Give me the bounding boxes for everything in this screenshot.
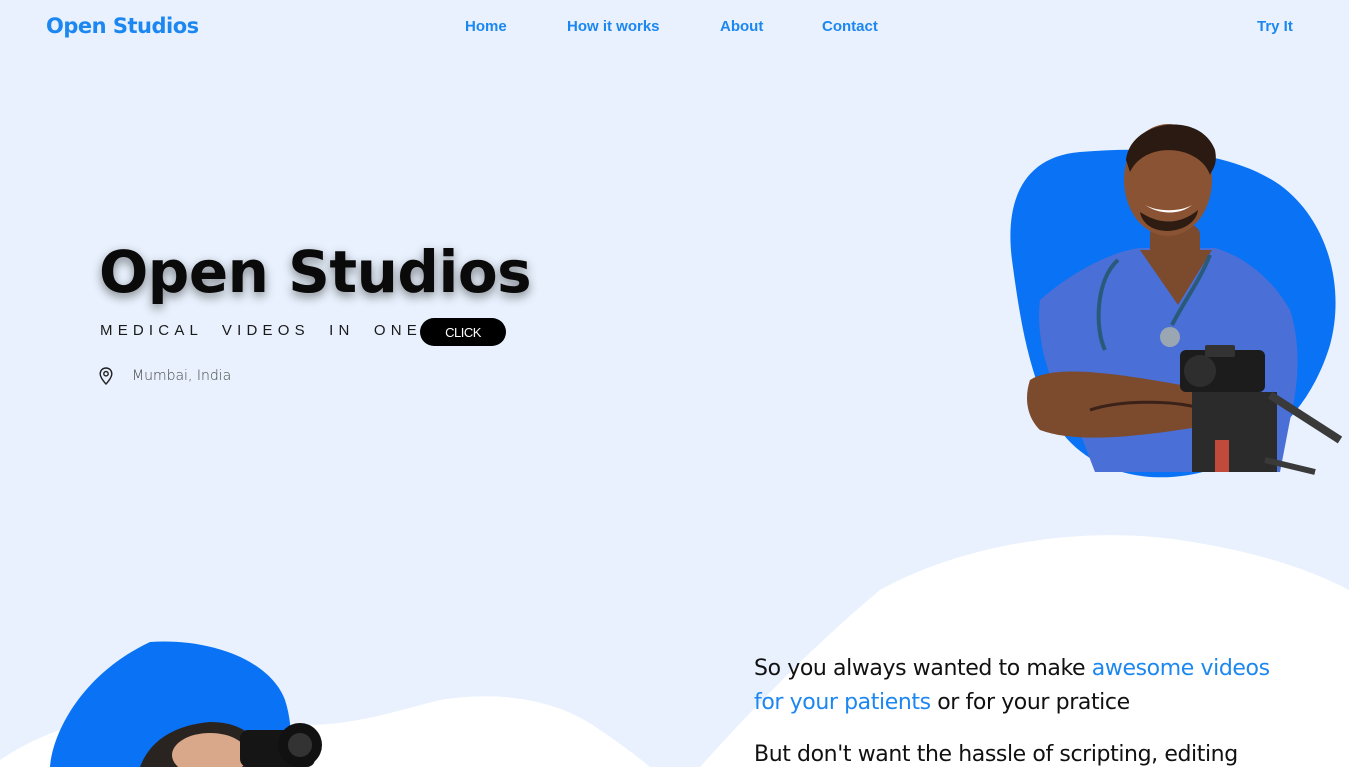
hero-click-button[interactable]: CLICK <box>420 318 506 346</box>
hero-title: Open Studios <box>99 238 532 306</box>
intro-p1-before: So you always wanted to make <box>754 656 1092 681</box>
site-header: Open Studios Home How it works About Con… <box>0 0 1349 56</box>
map-pin-icon <box>99 367 113 386</box>
nav-about-link[interactable]: About <box>720 18 763 35</box>
intro-copy: So you always wanted to make awesome vid… <box>754 652 1294 767</box>
nav-home-link[interactable]: Home <box>465 18 507 35</box>
intro-paragraph-1: So you always wanted to make awesome vid… <box>754 652 1294 720</box>
hero-tagline: MEDICAL VIDEOS IN ONE <box>100 322 423 339</box>
nav-contact-link[interactable]: Contact <box>822 18 878 35</box>
location-text: Mumbai, India <box>132 368 232 384</box>
site-logo[interactable]: Open Studios <box>46 14 199 38</box>
nav-how-it-works-link[interactable]: How it works <box>567 18 660 35</box>
landing-page: Open Studios Home How it works About Con… <box>0 0 1349 767</box>
intro-paragraph-2: But don't want the hassle of scripting, … <box>754 742 1238 767</box>
nav-try-it-link[interactable]: Try It <box>1257 18 1293 35</box>
intro-p1-after: or for your pratice <box>930 690 1130 715</box>
location-row: Mumbai, India <box>99 367 232 386</box>
